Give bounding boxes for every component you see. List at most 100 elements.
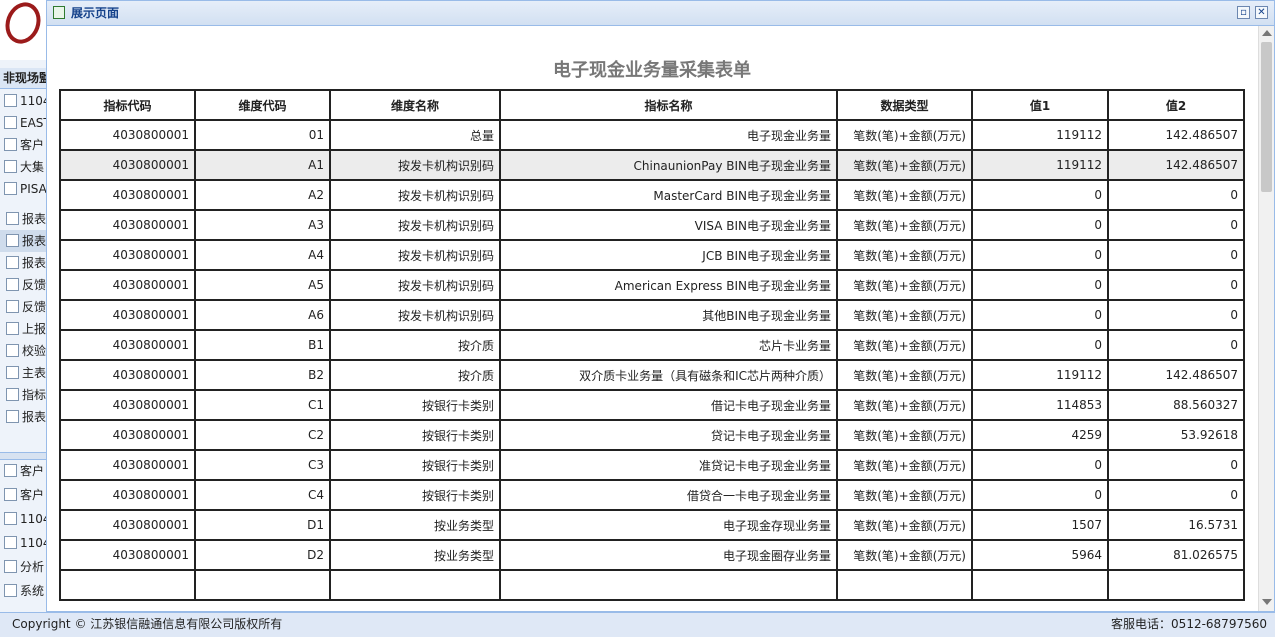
table-cell bbox=[499, 569, 838, 601]
sidebar-item[interactable]: 报表 bbox=[0, 252, 46, 274]
column-header: 值2 bbox=[1107, 89, 1245, 121]
window-content: 电子现金业务量采集表单 指标代码 维度代码 维度名称 指标名称 数据类型 值1 值2 403… bbox=[47, 26, 1274, 611]
table-cell: 按介质 bbox=[329, 329, 501, 361]
sidebar-item-label: 分析 bbox=[20, 560, 45, 574]
table-cell: 0 bbox=[1107, 209, 1245, 241]
sidebar-item[interactable]: 客户 bbox=[0, 134, 46, 156]
table-cell: 笔数(笔)+金额(万元) bbox=[836, 119, 973, 151]
table-cell: 4030800001 bbox=[59, 359, 196, 391]
scroll-up-arrow-icon[interactable] bbox=[1262, 30, 1272, 36]
document-icon bbox=[6, 256, 19, 269]
sidebar-item[interactable]: 反馈 bbox=[0, 274, 46, 296]
table-cell: 142.486507 bbox=[1107, 119, 1245, 151]
table-cell: 4030800001 bbox=[59, 149, 196, 181]
table-cell: 0 bbox=[1107, 269, 1245, 301]
document-icon bbox=[4, 182, 17, 195]
table-row[interactable] bbox=[59, 569, 1245, 601]
sidebar-item-label: 上报 bbox=[22, 322, 46, 336]
checklist-icon bbox=[4, 536, 17, 549]
sidebar-item[interactable]: 校验 bbox=[0, 340, 46, 362]
table-row[interactable]: 4030800001 B2 按介质 双介质卡业务量（具有磁条和IC芯片两种介质） 笔数(… bbox=[59, 359, 1245, 391]
table-cell bbox=[971, 569, 1109, 601]
table-header-row: 指标代码 维度代码 维度名称 指标名称 数据类型 值1 值2 bbox=[59, 89, 1245, 121]
sidebar-item[interactable]: 主表 bbox=[0, 362, 46, 384]
gear-icon bbox=[4, 584, 17, 597]
table-cell: 按发卡机构识别码 bbox=[329, 179, 501, 211]
document-icon bbox=[6, 366, 19, 379]
sidebar-bottom-item[interactable]: 1104 bbox=[0, 508, 46, 530]
table-row[interactable]: 4030800001 B1 按介质 芯片卡业务量 笔数(笔)+金额(万元) 0 0 bbox=[59, 329, 1245, 361]
scrollbar-thumb[interactable] bbox=[1261, 42, 1272, 192]
table-cell: 笔数(笔)+金额(万元) bbox=[836, 419, 973, 451]
sidebar-item[interactable]: 报表 bbox=[0, 208, 46, 230]
sidebar-item[interactable]: 上报 bbox=[0, 318, 46, 340]
table-row[interactable]: 4030800001 A1 按发卡机构识别码 ChinaunionPay BIN电子现… bbox=[59, 149, 1245, 181]
sidebar-item-label: 报表 bbox=[22, 410, 46, 424]
scroll-down-arrow-icon[interactable] bbox=[1262, 599, 1272, 605]
table-row[interactable]: 4030800001 A3 按发卡机构识别码 VISA BIN电子现金业务量 笔数(笔)… bbox=[59, 209, 1245, 241]
close-icon[interactable]: ✕ bbox=[1255, 6, 1268, 19]
vertical-scrollbar[interactable] bbox=[1258, 26, 1274, 611]
sidebar-item[interactable]: 指标 bbox=[0, 384, 46, 406]
table-cell: 借记卡电子现金业务量 bbox=[499, 389, 838, 421]
document-icon bbox=[6, 212, 19, 225]
table-row[interactable]: 4030800001 A2 按发卡机构识别码 MasterCard BIN电子现金业务… bbox=[59, 179, 1245, 211]
table-cell: A3 bbox=[194, 209, 331, 241]
table-cell: C1 bbox=[194, 389, 331, 421]
table-row[interactable]: 4030800001 D1 按业务类型 电子现金存现业务量 笔数(笔)+金额(万元) 15… bbox=[59, 509, 1245, 541]
table-cell bbox=[194, 569, 331, 601]
table-row[interactable]: 4030800001 C4 按银行卡类别 借贷合一卡电子现金业务量 笔数(笔)+金额(万… bbox=[59, 479, 1245, 511]
status-footer: Copyright © 江苏银信融通信息有限公司版权所有 客服电话：0512-6… bbox=[0, 612, 1275, 637]
column-header: 指标代码 bbox=[59, 89, 196, 121]
support-phone: 客服电话：0512-68797560 bbox=[1111, 617, 1267, 631]
sidebar-item[interactable]: 报表 bbox=[0, 406, 46, 428]
sidebar-bottom-item[interactable]: 客户 bbox=[0, 460, 46, 482]
table-cell: 按银行卡类别 bbox=[329, 479, 501, 511]
sidebar-bottom-item[interactable]: 1104 bbox=[0, 532, 46, 554]
sidebar-bottom-item[interactable]: 系统 bbox=[0, 580, 46, 602]
table-cell: 119112 bbox=[971, 149, 1109, 181]
edit-icon bbox=[4, 160, 17, 173]
sidebar-item[interactable]: PISA bbox=[0, 178, 46, 200]
column-header: 维度名称 bbox=[329, 89, 501, 121]
restore-icon[interactable]: ▫ bbox=[1237, 6, 1250, 19]
sidebar-item[interactable]: 1104 bbox=[0, 90, 46, 112]
sidebar-bottom-item[interactable]: 客户 bbox=[0, 484, 46, 506]
table-row[interactable]: 4030800001 D2 按业务类型 电子现金圈存业务量 笔数(笔)+金额(万元) 59… bbox=[59, 539, 1245, 571]
table-cell: 142.486507 bbox=[1107, 149, 1245, 181]
table-cell: 0 bbox=[1107, 479, 1245, 511]
report-title: 电子现金业务量采集表单 bbox=[553, 60, 751, 81]
excel-icon bbox=[6, 300, 19, 313]
table-row[interactable]: 4030800001 A6 按发卡机构识别码 其他BIN电子现金业务量 笔数(笔)+金额… bbox=[59, 299, 1245, 331]
table-row[interactable]: 4030800001 C2 按银行卡类别 贷记卡电子现金业务量 笔数(笔)+金额(万元)… bbox=[59, 419, 1245, 451]
checklist-icon bbox=[4, 488, 17, 501]
sidebar-item[interactable]: 报表 bbox=[0, 230, 46, 252]
table-cell: 4030800001 bbox=[59, 119, 196, 151]
logo-mark bbox=[0, 0, 46, 49]
table-cell: 按银行卡类别 bbox=[329, 419, 501, 451]
table-cell: 4030800001 bbox=[59, 269, 196, 301]
table-cell: 0 bbox=[971, 329, 1109, 361]
column-header: 指标名称 bbox=[499, 89, 838, 121]
table-cell: 笔数(笔)+金额(万元) bbox=[836, 179, 973, 211]
sidebar-bottom-item[interactable]: 分析 bbox=[0, 556, 46, 578]
table-cell: 准贷记卡电子现金业务量 bbox=[499, 449, 838, 481]
table-cell: A1 bbox=[194, 149, 331, 181]
table-row[interactable]: 4030800001 A4 按发卡机构识别码 JCB BIN电子现金业务量 笔数(笔)+… bbox=[59, 239, 1245, 271]
table-cell: 1507 bbox=[971, 509, 1109, 541]
sidebar-item-label: 1104 bbox=[20, 94, 46, 108]
sidebar-item[interactable]: 反馈 bbox=[0, 296, 46, 318]
sidebar-item[interactable]: EAST bbox=[0, 112, 46, 134]
sidebar-item[interactable]: 大集 bbox=[0, 156, 46, 178]
sidebar-item-label: 反馈 bbox=[22, 278, 46, 292]
table-cell: 贷记卡电子现金业务量 bbox=[499, 419, 838, 451]
table-row[interactable]: 4030800001 A5 按发卡机构识别码 American Express BIN… bbox=[59, 269, 1245, 301]
column-header: 数据类型 bbox=[836, 89, 973, 121]
document-arrow-icon bbox=[6, 278, 19, 291]
nav-section-title: 非现场監 bbox=[0, 68, 46, 89]
table-cell: 笔数(笔)+金额(万元) bbox=[836, 539, 973, 571]
copyright-text: Copyright © 江苏银信融通信息有限公司版权所有 bbox=[12, 617, 283, 631]
table-row[interactable]: 4030800001 C1 按银行卡类别 借记卡电子现金业务量 笔数(笔)+金额(万元)… bbox=[59, 389, 1245, 421]
table-row[interactable]: 4030800001 C3 按银行卡类别 准贷记卡电子现金业务量 笔数(笔)+金额(万元… bbox=[59, 449, 1245, 481]
table-row[interactable]: 4030800001 01 总量 电子现金业务量 笔数(笔)+金额(万元) 119112 1… bbox=[59, 119, 1245, 151]
